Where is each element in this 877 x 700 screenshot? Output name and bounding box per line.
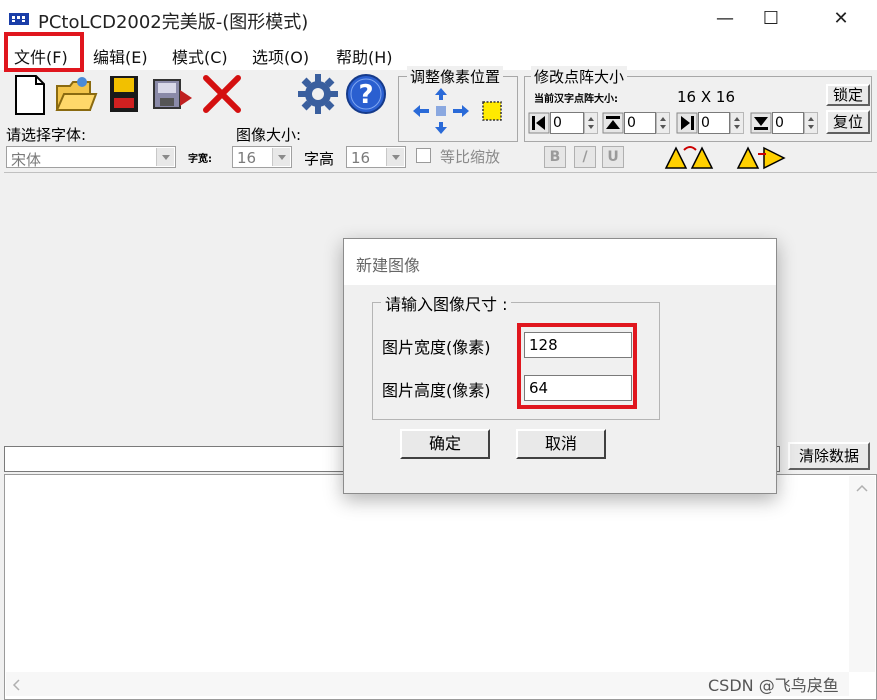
shift-right-icon[interactable] bbox=[452, 104, 470, 118]
image-size-group-title: 请输入图像尺寸 : bbox=[381, 291, 512, 315]
resize-matrix-group-title: 修改点阵大小 bbox=[531, 66, 628, 87]
expand-top-icon[interactable] bbox=[602, 112, 624, 134]
selection-box-icon[interactable] bbox=[480, 98, 504, 124]
chevron-down-icon[interactable] bbox=[156, 148, 174, 166]
menu-edit[interactable]: 编辑(E) bbox=[93, 44, 148, 68]
flip-icon[interactable] bbox=[736, 144, 790, 170]
watermark: CSDN @飞鸟戾鱼 bbox=[708, 676, 839, 695]
current-size-value: 16 X 16 bbox=[677, 88, 735, 106]
proportional-checkbox[interactable] bbox=[416, 148, 431, 163]
delete-icon[interactable] bbox=[200, 72, 244, 116]
minimize-button[interactable]: — bbox=[702, 0, 748, 38]
proportional-label: 等比缩放 bbox=[440, 148, 501, 166]
expand-right-icon[interactable] bbox=[676, 112, 698, 134]
char-width-select[interactable]: 16 bbox=[232, 146, 292, 168]
chevron-down-icon[interactable] bbox=[272, 148, 290, 166]
app-icon bbox=[9, 13, 29, 25]
output-textarea[interactable] bbox=[4, 474, 877, 700]
expand-left-value[interactable]: 0 bbox=[550, 112, 584, 134]
expand-bottom-icon[interactable] bbox=[750, 112, 772, 134]
font-select[interactable]: 宋体 bbox=[6, 146, 176, 169]
ok-button[interactable]: 确定 bbox=[400, 429, 490, 459]
new-image-dialog: 新建图像 请输入图像尺寸 : 图片宽度(像素) 128 图片高度(像素) 64 … bbox=[343, 238, 777, 494]
menu-help[interactable]: 帮助(H) bbox=[336, 44, 393, 68]
char-height-select[interactable]: 16 bbox=[346, 146, 406, 168]
close-button[interactable]: ✕ bbox=[818, 0, 864, 38]
expand-bottom-value[interactable]: 0 bbox=[772, 112, 804, 134]
expand-top-value[interactable]: 0 bbox=[624, 112, 656, 134]
annotation-highlight-inputs bbox=[517, 323, 637, 409]
char-width-label: 字宽: bbox=[188, 154, 212, 165]
current-size-label: 当前汉字点阵大小: bbox=[534, 94, 618, 105]
char-width-value: 16 bbox=[237, 149, 257, 167]
expand-bottom-spinner[interactable] bbox=[804, 112, 818, 134]
chevron-down-icon[interactable] bbox=[386, 148, 404, 166]
cancel-button[interactable]: 取消 bbox=[516, 429, 606, 459]
expand-left-icon[interactable] bbox=[528, 112, 550, 134]
image-size-label: 图像大小: bbox=[236, 126, 302, 144]
menu-mode[interactable]: 模式(C) bbox=[172, 44, 228, 68]
clear-data-button[interactable]: 清除数据 bbox=[788, 442, 870, 470]
help-icon[interactable]: ? bbox=[344, 72, 388, 116]
italic-button[interactable]: / bbox=[574, 146, 596, 168]
expand-right-value[interactable]: 0 bbox=[698, 112, 730, 134]
bold-button[interactable]: B bbox=[544, 146, 566, 168]
shift-down-icon[interactable] bbox=[434, 121, 448, 135]
adjust-pixel-group-title: 调整像素位置 bbox=[407, 66, 504, 87]
settings-gear-icon[interactable] bbox=[296, 72, 340, 116]
expand-left-spinner[interactable] bbox=[584, 112, 598, 134]
char-height-value: 16 bbox=[351, 149, 371, 167]
expand-right-spinner[interactable] bbox=[730, 112, 744, 134]
width-label: 图片宽度(像素) bbox=[382, 338, 491, 357]
shift-left-icon[interactable] bbox=[412, 104, 430, 118]
scroll-up-icon[interactable] bbox=[856, 484, 868, 492]
height-label: 图片高度(像素) bbox=[382, 381, 491, 400]
expand-top-spinner[interactable] bbox=[656, 112, 670, 134]
save-as-icon[interactable] bbox=[150, 72, 194, 116]
dialog-title: 新建图像 bbox=[356, 256, 421, 275]
window-title: PCtoLCD2002完美版-(图形模式) bbox=[38, 12, 309, 33]
vertical-scrollbar[interactable] bbox=[849, 476, 875, 672]
save-icon[interactable] bbox=[102, 72, 146, 116]
font-select-label: 请选择字体: bbox=[6, 126, 87, 144]
new-file-icon[interactable] bbox=[8, 72, 52, 116]
annotation-highlight-file-menu bbox=[4, 32, 84, 72]
rotate-icon[interactable] bbox=[664, 144, 718, 170]
font-select-value: 宋体 bbox=[11, 151, 42, 169]
lock-button[interactable]: 锁定 bbox=[826, 84, 870, 106]
menu-options[interactable]: 选项(O) bbox=[252, 44, 309, 68]
open-folder-icon[interactable] bbox=[54, 72, 98, 116]
underline-button[interactable]: U bbox=[602, 146, 624, 168]
scroll-left-icon[interactable] bbox=[12, 679, 20, 691]
maximize-button[interactable]: ☐ bbox=[748, 0, 794, 38]
char-height-label: 字高 bbox=[304, 150, 335, 168]
svg-text:?: ? bbox=[358, 80, 373, 110]
shift-center-icon[interactable] bbox=[434, 104, 448, 118]
reset-button[interactable]: 复位 bbox=[826, 110, 870, 134]
shift-up-icon[interactable] bbox=[434, 87, 448, 101]
